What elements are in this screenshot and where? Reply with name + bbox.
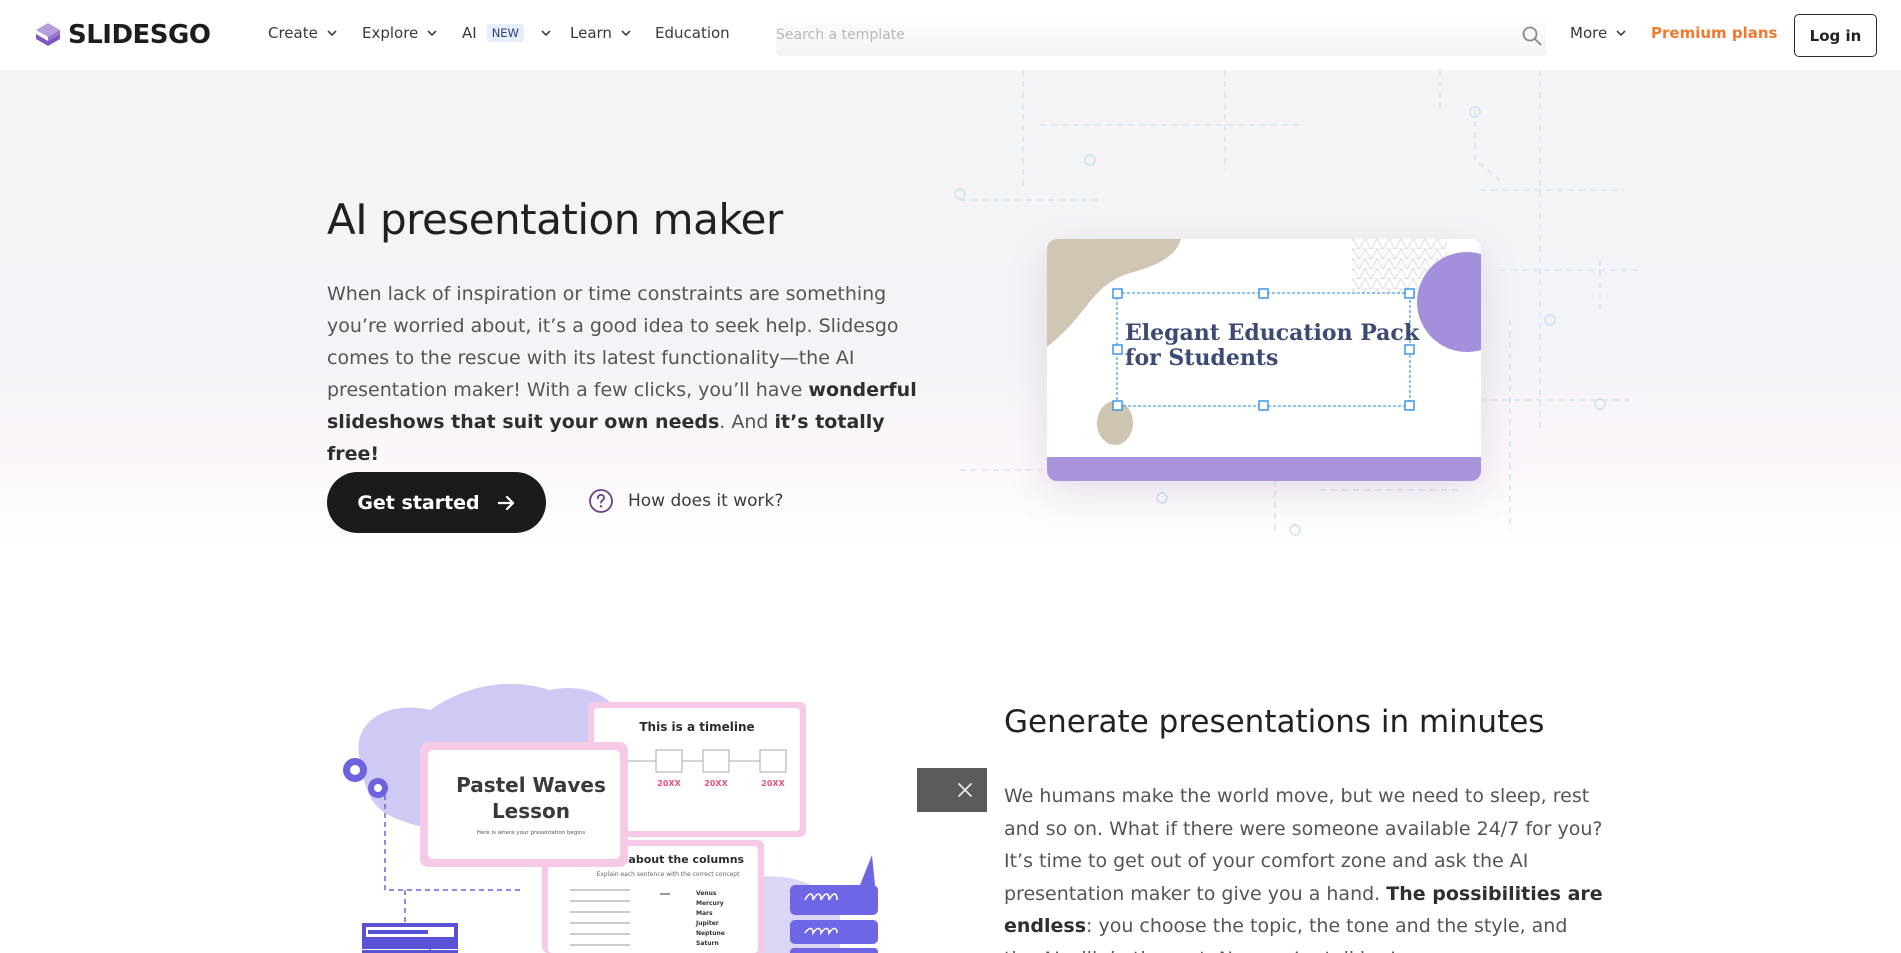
nav-explore-label: Explore [362, 24, 419, 42]
timeline-value-1: 20XX [657, 779, 681, 788]
login-button[interactable]: Log in [1794, 14, 1877, 57]
how-does-it-work-link[interactable]: How does it work? [588, 488, 783, 514]
nav-education-label: Education [655, 24, 730, 42]
arrow-right-icon [497, 495, 514, 510]
slidesgo-logo-icon [36, 23, 60, 46]
nav-ai-label: AI [462, 24, 477, 42]
nav-more[interactable]: More [1570, 24, 1627, 42]
chevron-down-icon [327, 30, 337, 37]
hero-title: AI presentation maker [327, 195, 783, 244]
slide-title: Elegant Education Pack for Students [1125, 320, 1420, 371]
section-description: We humans make the world move, but we ne… [1004, 780, 1604, 953]
nav-learn-label: Learn [570, 24, 612, 42]
chevron-down-icon [621, 30, 631, 37]
slidesgo-logo[interactable]: SLIDESGO [34, 20, 211, 50]
nav-ai[interactable]: AI NEW [462, 24, 552, 42]
timeline-value-3: 20XX [761, 779, 785, 788]
nav-create[interactable]: Create [268, 24, 338, 42]
section-title: Generate presentations in minutes [1004, 704, 1545, 740]
chevron-down-icon [427, 30, 437, 37]
hero-section: Elegant Education Pack for Students [0, 70, 1901, 550]
get-started-button[interactable]: Get started [327, 472, 546, 533]
nav-explore[interactable]: Explore [362, 24, 438, 42]
columns-list-item-1: Venus [696, 890, 717, 897]
timeline-card-title: This is a timeline [639, 720, 754, 734]
how-does-it-work-label: How does it work? [628, 491, 784, 511]
search-icon[interactable] [1521, 25, 1543, 47]
premium-plans-link[interactable]: Premium plans [1651, 24, 1777, 42]
slide-preview-card: Elegant Education Pack for Students [1047, 239, 1481, 481]
columns-list-item-2: Mercury [696, 900, 724, 907]
search-bar [776, 18, 1546, 56]
chevron-down-icon [1616, 30, 1626, 37]
hero-desc-text-2: . And [719, 411, 775, 433]
question-circle-icon [589, 489, 613, 513]
nav-more-label: More [1570, 24, 1608, 42]
presentation-illustration: This is a timeline 20XX 20XX 20XX What a… [343, 683, 878, 953]
main-card-title-line-2: Lesson [492, 799, 570, 823]
timeline-value-2: 20XX [704, 779, 728, 788]
nav-create-label: Create [268, 24, 318, 42]
search-input[interactable] [776, 18, 1506, 52]
nav-learn[interactable]: Learn [570, 24, 632, 42]
columns-list-item-4: Jupiter [695, 920, 719, 927]
close-icon [958, 783, 972, 797]
get-started-label: Get started [357, 491, 480, 514]
main-card-title-line-1: Pastel Waves [456, 773, 606, 797]
logo-text: SLIDESGO [68, 20, 211, 50]
chevron-down-icon [541, 30, 551, 37]
new-badge: NEW [486, 24, 524, 42]
columns-list-item-6: Saturn [696, 940, 719, 947]
nav-education[interactable]: Education [655, 24, 730, 42]
close-button[interactable] [917, 768, 987, 812]
columns-list-item-3: Mars [696, 910, 713, 917]
columns-card-subtitle: Explain each sentence with the correct c… [597, 871, 740, 878]
hero-description: When lack of inspiration or time constra… [327, 278, 917, 470]
site-header: SLIDESGO Create Explore AI NEW Learn Edu… [0, 0, 1901, 70]
section-desc-text-2: : you choose the topic, the tone and the… [1004, 915, 1568, 953]
main-card-subtitle: Here is where your presentation begins [477, 830, 586, 836]
columns-list-item-5: Neptune [696, 930, 725, 937]
